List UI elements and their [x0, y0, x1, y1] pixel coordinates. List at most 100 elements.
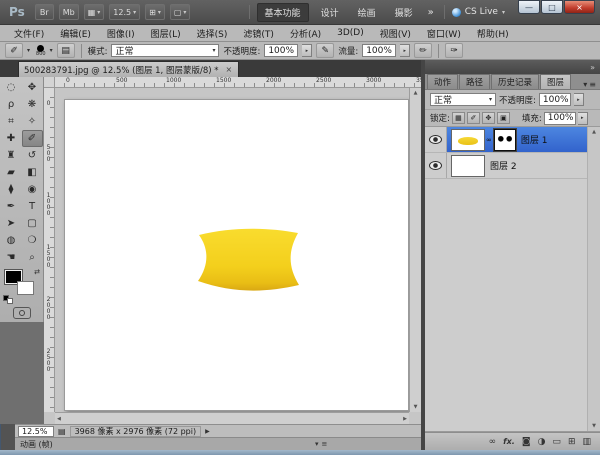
opacity-slider-button[interactable]: ▸ [302, 44, 312, 57]
lock-all-button[interactable]: ▣ [497, 112, 510, 124]
panel-menu-icon[interactable]: ≡ [322, 440, 328, 448]
tab-actions[interactable]: 动作 [427, 74, 458, 89]
tool-shape[interactable]: ▢ [22, 215, 43, 232]
tool-eraser[interactable]: ▰ [1, 164, 22, 181]
minimize-button[interactable]: — [518, 0, 540, 14]
close-icon[interactable]: × [225, 65, 234, 74]
menu-view[interactable]: 视图(V) [372, 27, 419, 40]
lock-transparent-pixels-button[interactable]: ▦ [452, 112, 465, 124]
pressure-opacity-button[interactable]: ✎ [316, 43, 334, 58]
tool-brush[interactable]: ✐ [22, 130, 43, 147]
brush-preset-picker[interactable]: 800 [36, 45, 46, 57]
arrange-documents-button[interactable]: ⊞ ▾ [145, 4, 165, 20]
panel-menu-button[interactable]: ▾ ≡ [579, 80, 600, 89]
bridge-button[interactable]: Br [35, 4, 54, 20]
menu-select[interactable]: 选择(S) [189, 27, 236, 40]
collapse-panels-icon[interactable]: » [590, 63, 595, 72]
tool-clone-stamp[interactable]: ♜ [1, 147, 22, 164]
scroll-right-icon[interactable]: ▶ [403, 416, 407, 422]
pressure-size-button[interactable]: ✑ [445, 43, 463, 58]
vertical-scrollbar[interactable]: ▲ ▼ [409, 88, 421, 412]
tool-lasso[interactable]: ρ [1, 96, 22, 113]
maximize-button[interactable]: □ [541, 0, 563, 14]
menu-layer[interactable]: 图层(L) [143, 27, 189, 40]
status-popup-icon[interactable]: ▶ [205, 428, 210, 435]
tool-blur[interactable]: ⧫ [1, 181, 22, 198]
tool-3d-orbit[interactable]: ❍ [22, 232, 43, 249]
layer-styles-button[interactable]: fx. [503, 437, 515, 446]
chevron-down-icon[interactable]: ▾ [315, 440, 319, 448]
mini-bridge-button[interactable]: Mb [59, 4, 79, 20]
menu-file[interactable]: 文件(F) [6, 27, 52, 40]
tool-path-selection[interactable]: ➤ [1, 215, 22, 232]
tool-crop[interactable]: ⌗ [1, 113, 22, 130]
tool-gradient[interactable]: ◧ [22, 164, 43, 181]
new-group-button[interactable]: ▭ [552, 437, 561, 447]
menu-3d[interactable]: 3D(D) [329, 28, 372, 38]
flow-field[interactable]: 100% [362, 44, 396, 57]
tool-quick-selection[interactable]: ❋ [22, 96, 43, 113]
scroll-left-icon[interactable]: ◀ [57, 416, 61, 422]
link-layers-button[interactable]: ∞ [489, 437, 497, 447]
tool-move[interactable]: ✥ [22, 79, 43, 96]
visibility-cell[interactable] [425, 153, 447, 178]
close-button[interactable]: × [564, 0, 595, 14]
layer-blend-mode-select[interactable]: 正常 ▾ [430, 93, 496, 106]
menu-window[interactable]: 窗口(W) [419, 27, 469, 40]
delete-layer-button[interactable]: ▥ [582, 437, 591, 447]
tab-history[interactable]: 历史记录 [491, 74, 539, 89]
workspace-tab-photography[interactable]: 摄影 [388, 4, 420, 21]
screen-mode-button[interactable]: ▢ ▾ [170, 4, 191, 20]
tool-spot-healing-brush[interactable]: ✚ [1, 130, 22, 147]
layer-opacity-field[interactable]: 100% [539, 93, 571, 106]
cs-live-button[interactable]: CS Live ▾ [452, 7, 505, 17]
menu-help[interactable]: 帮助(H) [469, 27, 517, 40]
background-color-swatch[interactable] [17, 281, 34, 295]
layer-row-2[interactable]: 图层 2 [425, 153, 600, 179]
layers-scrollbar[interactable]: ▲ ▼ [587, 127, 600, 431]
lock-position-button[interactable]: ✥ [482, 112, 495, 124]
tool-eyedropper[interactable]: ✧ [22, 113, 43, 130]
visibility-cell[interactable] [425, 127, 447, 152]
workspace-overflow-button[interactable]: » [425, 7, 437, 18]
status-zoom-field[interactable]: 12.5% [18, 426, 54, 437]
default-colors-icon[interactable] [7, 298, 13, 304]
layer-row-1[interactable]: ∞ 图层 1 [425, 127, 600, 153]
ruler-origin[interactable] [44, 77, 55, 88]
layer-name[interactable]: 图层 2 [490, 159, 517, 172]
tool-dodge[interactable]: ◉ [22, 181, 43, 198]
tool-preset-picker[interactable]: ✐ [5, 43, 23, 58]
tool-history-brush[interactable]: ↺ [22, 147, 43, 164]
canvas-viewport[interactable] [55, 88, 409, 412]
toggle-brush-panel-button[interactable]: ▤ [57, 43, 75, 58]
layer-thumbnail[interactable] [451, 155, 485, 177]
tool-rectangular-marquee[interactable]: ◌ [1, 79, 22, 96]
layer-name[interactable]: 图层 1 [521, 133, 548, 146]
swap-colors-icon[interactable]: ⇄ [34, 268, 40, 276]
view-extras-button[interactable]: ▦ ▾ [84, 4, 105, 20]
add-layer-mask-button[interactable]: ◙ [522, 437, 531, 447]
horizontal-scrollbar[interactable]: ◀ ▶ [55, 412, 409, 424]
airbrush-button[interactable]: ✏ [414, 43, 432, 58]
tool-pen[interactable]: ✒ [1, 198, 22, 215]
workspace-tab-essentials[interactable]: 基本功能 [257, 3, 309, 22]
canvas-page[interactable] [64, 99, 409, 411]
mask-link-icon[interactable]: ∞ [486, 136, 492, 144]
zoom-level-combo[interactable]: 12.5 ▾ [109, 4, 140, 20]
document-size-status[interactable]: 3968 像素 x 2976 像素 (72 ppi) [70, 426, 202, 437]
tool-zoom[interactable]: ⌕ [22, 249, 43, 266]
layer-thumbnail[interactable] [451, 129, 485, 151]
tool-hand[interactable]: ☚ [1, 249, 22, 266]
layer-fill-field[interactable]: 100% [544, 112, 576, 125]
menu-edit[interactable]: 编辑(E) [52, 27, 99, 40]
animation-panel-bar[interactable]: 动画 (帧) ▾ ≡ [15, 437, 421, 450]
new-layer-button[interactable]: ⊞ [568, 437, 576, 447]
scroll-down-icon[interactable]: ▼ [414, 404, 418, 410]
opacity-field[interactable]: 100% [264, 44, 298, 57]
tool-type[interactable]: T [22, 198, 43, 215]
layer-fill-slider-button[interactable]: ▸ [578, 112, 588, 125]
menu-image[interactable]: 图像(I) [99, 27, 143, 40]
scroll-up-icon[interactable]: ▲ [592, 129, 596, 135]
scroll-up-icon[interactable]: ▲ [414, 90, 418, 96]
tab-layers[interactable]: 图层 [540, 74, 571, 89]
